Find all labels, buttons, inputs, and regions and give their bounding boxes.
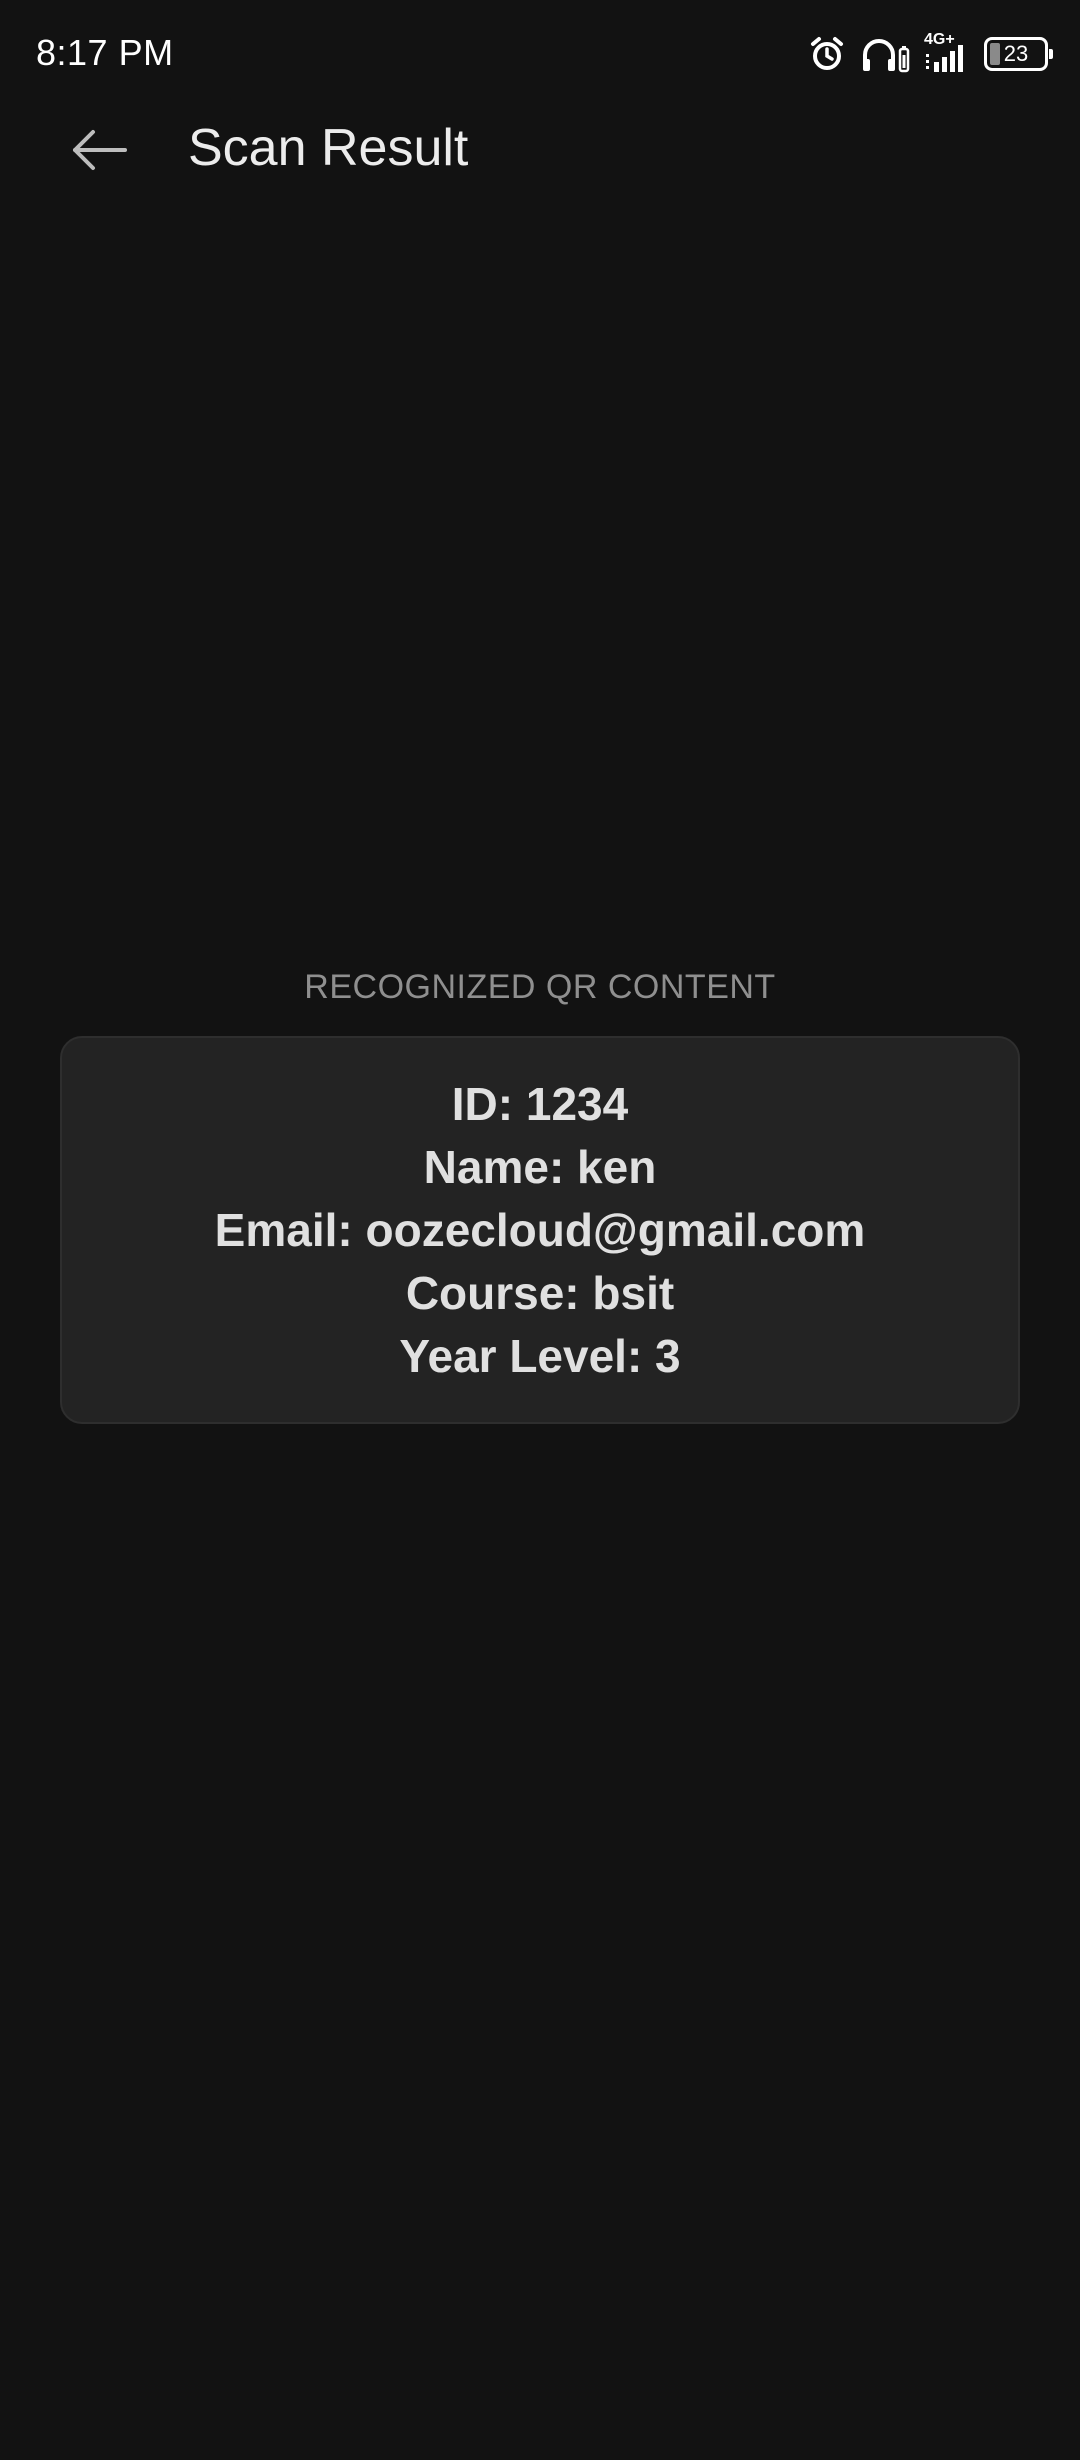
page-title: Scan Result [188,119,469,177]
result-line-id: ID: 1234 [451,1077,629,1130]
back-button[interactable] [44,110,154,190]
section-label: RECOGNIZED QR CONTENT [304,968,776,1006]
status-time: 8:17 PM [36,32,174,73]
signal-icon: 4G+ [924,32,970,74]
result-line-course: Course: bsit [405,1266,675,1319]
result-line-year-level: Year Level: 3 [399,1329,681,1382]
result-card: ID: 1234 Name: ken Email: oozecloud@gmai… [60,1036,1020,1424]
status-icons: 4G+ 23 [808,30,1053,78]
result-line-name: Name: ken [423,1140,657,1193]
battery-icon: 23 [984,37,1053,71]
app-bar: Scan Result [0,110,1080,250]
battery-level: 23 [1003,41,1029,66]
alarm-icon [811,37,843,70]
arrow-left-icon [73,130,127,170]
headphones-icon [863,39,910,73]
result-line-email: Email: oozecloud@gmail.com [214,1203,866,1256]
status-bar: 8:17 PM 4G+ 23 [0,0,1080,110]
